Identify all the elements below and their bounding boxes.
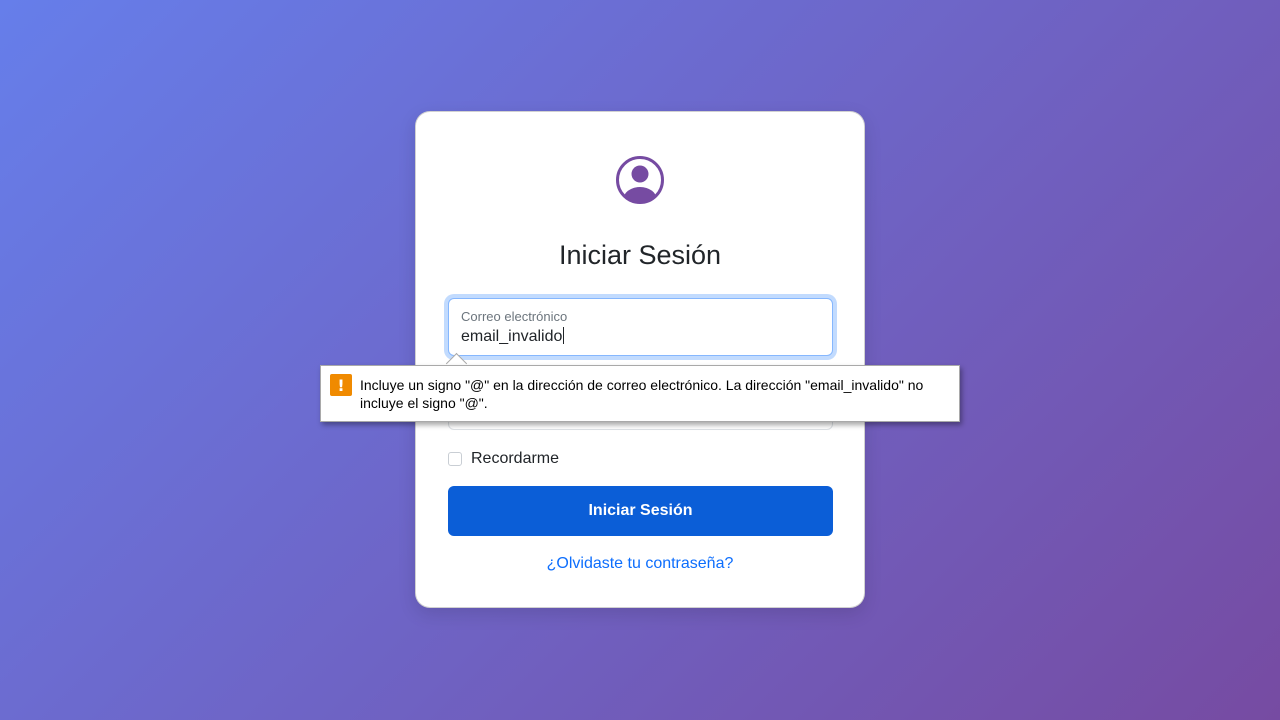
text-caret — [563, 327, 565, 344]
remember-label[interactable]: Recordarme — [471, 450, 559, 468]
forgot-password-link[interactable]: ¿Olvidaste tu contraseña? — [416, 555, 864, 573]
validation-message: Incluye un signo "@" en la dirección de … — [360, 377, 924, 411]
page-title: Iniciar Sesión — [558, 240, 722, 270]
email-field-value[interactable]: email_invalido — [461, 327, 565, 346]
email-field[interactable]: Correo electrónico email_invalido — [448, 298, 833, 356]
warning-icon: ! — [330, 374, 352, 396]
login-card: Iniciar Sesión Correo electrónico email_… — [415, 111, 865, 608]
user-avatar-icon — [616, 156, 664, 204]
login-submit-button[interactable]: Iniciar Sesión — [448, 486, 833, 536]
remember-checkbox[interactable] — [448, 452, 462, 466]
email-field-label: Correo electrónico — [461, 309, 568, 324]
remember-me[interactable]: Recordarme — [448, 450, 559, 468]
validation-tooltip: ! Incluye un signo "@" en la dirección d… — [320, 365, 960, 422]
